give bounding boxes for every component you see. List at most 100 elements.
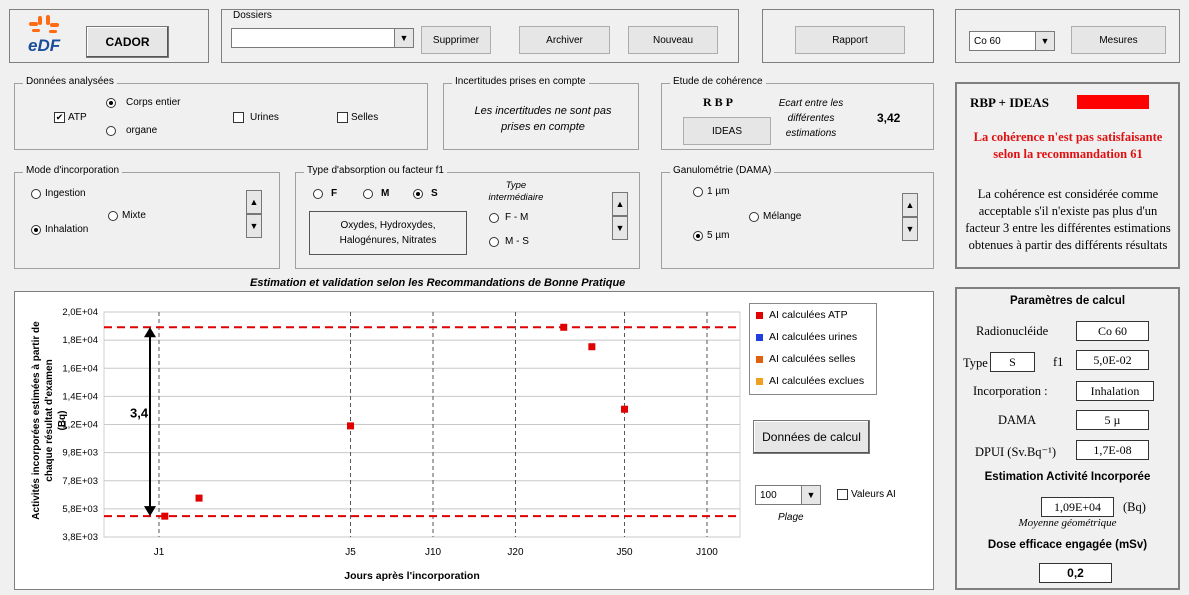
chevron-down-icon: ▼: [801, 486, 820, 504]
urines-checkbox[interactable]: Urines: [233, 112, 279, 123]
y-tick-label: 9,8E+03: [62, 448, 98, 459]
arrow-down-icon[interactable]: ▼: [612, 216, 628, 240]
legend-item-atp: AI calculées ATP: [756, 309, 848, 321]
y-tick-label: 7,8E+03: [62, 476, 98, 487]
absorption-m-radio[interactable]: M: [363, 188, 389, 199]
whole-body-label: Corps entier: [126, 97, 181, 108]
ai-values-checkbox[interactable]: Valeurs AI: [837, 489, 896, 500]
inhalation-radio[interactable]: Inhalation: [31, 224, 88, 235]
legend-item-selles: AI calculées selles: [756, 353, 855, 365]
selles-checkbox[interactable]: Selles: [337, 112, 378, 123]
estimation-title: Estimation Activité Incorporée: [984, 471, 1151, 483]
atp-checkbox[interactable]: ✔ ATP: [54, 112, 87, 123]
data-point: [560, 323, 568, 331]
mix-label: Mélange: [763, 211, 802, 222]
edf-logo: eDF: [22, 14, 72, 58]
arrow-down-icon[interactable]: ▼: [246, 214, 262, 238]
range-value: 100: [760, 489, 777, 501]
radio-icon: [106, 125, 116, 136]
incorp-label: Incorporation :: [973, 384, 1048, 398]
data-point: [161, 512, 169, 520]
chart-section-title: Estimation et validation selon les Recom…: [250, 277, 626, 289]
type-field: S: [990, 352, 1035, 372]
y-tick-label: 2,0E+04: [62, 307, 98, 318]
radio-icon: [489, 236, 499, 247]
organ-radio[interactable]: organe: [106, 125, 157, 136]
ingestion-label: Ingestion: [45, 188, 86, 199]
absorption-fm-label: F - M: [505, 212, 529, 223]
nuclide-select-value: Co 60: [974, 35, 1001, 47]
y-tick-label: 3,8E+03: [62, 532, 98, 543]
cador-button[interactable]: CADOR: [86, 26, 169, 58]
type-label: Type: [963, 356, 988, 370]
archive-button[interactable]: Archiver: [519, 26, 610, 54]
arrow-up-icon[interactable]: ▲: [902, 193, 918, 217]
urines-label: Urines: [250, 112, 279, 123]
new-button[interactable]: Nouveau: [628, 26, 718, 54]
legend-swatch: [756, 355, 763, 363]
arrow-up-icon[interactable]: ▲: [612, 192, 628, 216]
ideas-button[interactable]: IDEAS: [683, 117, 771, 145]
radio-icon: [31, 188, 41, 199]
y-tick-label: 1,6E+04: [62, 363, 98, 374]
legend-item-excluded: AI calculées exclues: [756, 375, 864, 387]
um5-radio[interactable]: 5 µm: [693, 230, 729, 241]
radio-selected-icon: [106, 97, 116, 108]
absorption-ms-label: M - S: [505, 236, 529, 247]
whole-body-radio[interactable]: Corps entier: [106, 97, 180, 108]
result-warning: La cohérence n'est pas satisfaisante sel…: [973, 130, 1163, 161]
dose-field: 0,2: [1039, 563, 1112, 583]
absorption-ms-radio[interactable]: M - S: [489, 236, 529, 247]
legend-swatch: [756, 377, 763, 385]
legend-item-urines: AI calculées urines: [756, 331, 857, 343]
ingestion-radio[interactable]: Ingestion: [31, 188, 86, 199]
data-point: [347, 422, 355, 430]
report-button[interactable]: Rapport: [795, 26, 905, 54]
selles-label: Selles: [351, 112, 379, 123]
um5-label: 5 µm: [707, 230, 730, 241]
absorption-fm-radio[interactable]: F - M: [489, 212, 528, 223]
radio-selected-icon: [31, 224, 41, 235]
legend-label-atp: AI calculées ATP: [769, 309, 848, 321]
incorporation-mode-title: Mode d'incorporation: [23, 165, 123, 176]
mix-radio[interactable]: Mélange: [749, 211, 801, 222]
delete-button[interactable]: Supprimer: [421, 26, 491, 54]
dossiers-label: Dossiers: [233, 10, 272, 21]
arrow-down-icon[interactable]: ▼: [902, 217, 918, 241]
legend-label-urines: AI calculées urines: [769, 331, 858, 343]
absorption-description: Oxydes, Hydroxydes, Halogénures, Nitrate…: [309, 211, 467, 255]
y-axis-label: Activités incorporées estimées à partir …: [31, 321, 68, 520]
x-tick-label: J10: [425, 547, 442, 558]
measures-button[interactable]: Mesures: [1071, 26, 1166, 54]
granulometry-title: Ganulométrie (DAMA): [670, 165, 775, 176]
ai-values-label: Valeurs AI: [851, 489, 896, 500]
range-select[interactable]: 100 ▼: [755, 485, 821, 505]
x-tick-label: J1: [154, 547, 165, 558]
logo-text: eDF: [28, 36, 61, 55]
radio-icon: [749, 211, 759, 222]
checkbox-icon: [837, 489, 848, 500]
check-icon: ✔: [54, 112, 65, 123]
dossiers-select[interactable]: ▼: [231, 28, 414, 48]
absorption-s-radio[interactable]: S: [413, 188, 438, 199]
arrow-up-icon[interactable]: ▲: [246, 190, 262, 214]
absorption-f-radio[interactable]: F: [313, 188, 337, 199]
x-tick-label: J20: [507, 547, 524, 558]
geo-mean-label: Moyenne géométrique: [1018, 517, 1117, 529]
params-title: Paramètres de calcul: [1009, 295, 1126, 307]
dose-title: Dose efficace engagée (mSv): [987, 539, 1148, 551]
nuclide-select[interactable]: Co 60 ▼: [969, 31, 1055, 51]
legend-swatch: [756, 311, 763, 319]
um1-radio[interactable]: 1 µm: [693, 186, 729, 197]
granulometry-spinner[interactable]: ▲ ▼: [902, 193, 918, 241]
incorporation-spinner[interactable]: ▲ ▼: [246, 190, 262, 238]
absorption-spinner[interactable]: ▲ ▼: [612, 192, 628, 240]
analyzed-data-title: Données analysées: [23, 76, 117, 87]
checkbox-icon: [337, 112, 348, 123]
calc-data-button[interactable]: Données de calcul: [753, 420, 870, 454]
incorp-field: Inhalation: [1076, 381, 1154, 401]
y-tick-label: 1,8E+04: [62, 335, 98, 346]
mixed-radio[interactable]: Mixte: [108, 210, 146, 221]
data-point: [588, 343, 596, 351]
inhalation-label: Inhalation: [45, 224, 89, 235]
